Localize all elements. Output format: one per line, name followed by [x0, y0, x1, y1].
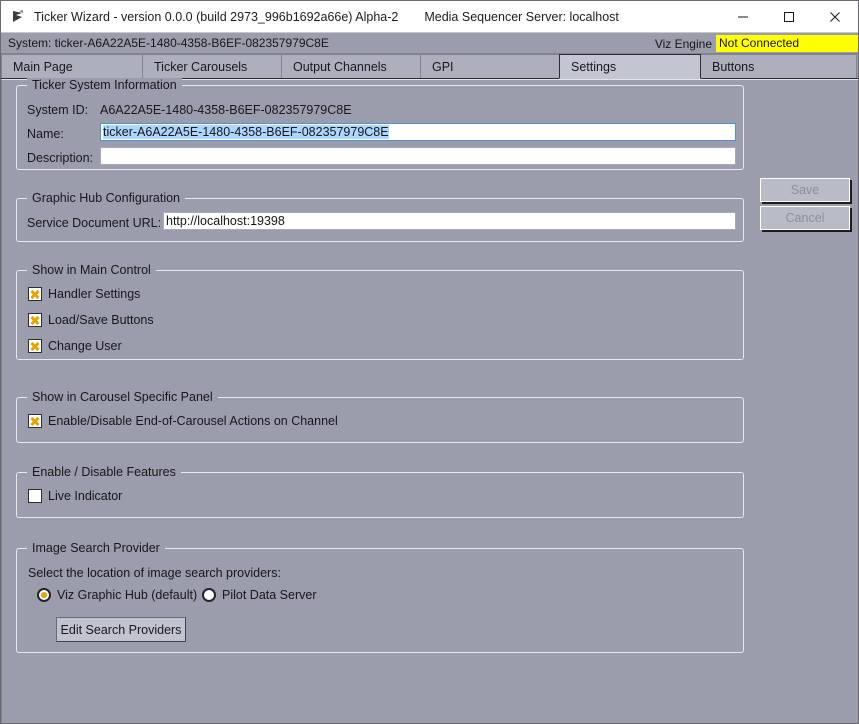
- settings-panel: Save Cancel Ticker System Information Sy…: [1, 78, 858, 723]
- enable-disable-features-group: Enable / Disable Features Live Indicator: [16, 465, 744, 518]
- checkbox-label: Load/Save Buttons: [48, 313, 154, 327]
- tab-output-channels[interactable]: Output Channels: [281, 54, 421, 78]
- tab-label: Output Channels: [293, 59, 387, 74]
- show-in-carousel-specific-panel-legend: Show in Carousel Specific Panel: [27, 390, 218, 404]
- checkbox-change-user[interactable]: Change User: [28, 339, 122, 353]
- service-document-url-input[interactable]: http://localhost:19398: [163, 212, 736, 230]
- checkbox-checked-icon: [28, 287, 42, 301]
- image-search-provider-description: Select the location of image search prov…: [28, 566, 281, 580]
- checkbox-enable-disable-end-of-carousel-actions[interactable]: Enable/Disable End-of-Carousel Actions o…: [28, 414, 338, 428]
- maximize-icon: [784, 12, 794, 22]
- radio-selected-icon: [37, 588, 51, 602]
- image-search-provider-legend: Image Search Provider: [27, 541, 165, 555]
- tab-ticker-carousels[interactable]: Ticker Carousels: [142, 54, 282, 78]
- enable-disable-features-legend: Enable / Disable Features: [27, 465, 181, 479]
- save-button[interactable]: Save: [760, 178, 850, 202]
- media-sequencer-server-label: Media Sequencer Server: localhost: [424, 9, 619, 24]
- ticker-system-information-group: Ticker System Information System ID: A6A…: [16, 78, 744, 170]
- save-button-label: Save: [790, 183, 820, 197]
- system-id-label: System ID:: [27, 103, 89, 117]
- close-icon: [830, 12, 840, 22]
- edit-search-providers-button-label: Edit Search Providers: [60, 622, 182, 637]
- image-search-provider-group: Image Search Provider Select the locatio…: [16, 541, 744, 653]
- tab-buttons[interactable]: Buttons: [700, 54, 857, 78]
- minimize-button[interactable]: [720, 1, 766, 33]
- checkbox-load-save-buttons[interactable]: Load/Save Buttons: [28, 313, 154, 327]
- name-label: Name:: [27, 127, 64, 141]
- close-button[interactable]: [812, 1, 858, 33]
- flag-app-icon: [10, 9, 26, 25]
- status-bar: System: ticker-A6A22A5E-1480-4358-B6EF-0…: [1, 33, 858, 54]
- checkbox-unchecked-icon: [28, 489, 42, 503]
- name-input-value: ticker-A6A22A5E-1480-4358-B6EF-082357979…: [103, 125, 389, 139]
- checkbox-checked-icon: [28, 313, 42, 327]
- graphic-hub-configuration-group: Graphic Hub Configuration Service Docume…: [16, 191, 744, 242]
- checkbox-label: Enable/Disable End-of-Carousel Actions o…: [48, 414, 338, 428]
- checkbox-checked-icon: [28, 339, 42, 353]
- viz-engine-status: Viz Engine Not Connected: [655, 33, 858, 54]
- checkbox-live-indicator[interactable]: Live Indicator: [28, 489, 122, 503]
- tab-gpi[interactable]: GPI: [420, 54, 560, 78]
- minimize-icon: [738, 16, 748, 18]
- system-id-value: A6A22A5E-1480-4358-B6EF-082357979C8E: [100, 103, 352, 117]
- tab-main-page[interactable]: Main Page: [1, 54, 143, 78]
- tab-settings[interactable]: Settings: [559, 54, 701, 79]
- radio-viz-graphic-hub[interactable]: Viz Graphic Hub (default): [37, 588, 197, 602]
- show-in-main-control-legend: Show in Main Control: [27, 263, 156, 277]
- viz-engine-status-badge: Not Connected: [716, 35, 858, 52]
- tab-strip: Main Page Ticker Carousels Output Channe…: [1, 54, 858, 79]
- edit-search-providers-button[interactable]: Edit Search Providers: [56, 617, 186, 642]
- show-in-main-control-group: Show in Main Control Handler Settings Lo…: [16, 263, 744, 360]
- ticker-system-information-legend: Ticker System Information: [27, 78, 182, 92]
- window-controls: [720, 1, 858, 33]
- cancel-button-label: Cancel: [785, 211, 825, 225]
- tab-label: Ticker Carousels: [154, 59, 248, 74]
- title-bar: Ticker Wizard - version 0.0.0 (build 297…: [1, 1, 858, 33]
- tab-label: Buttons: [712, 59, 755, 74]
- tab-label: Main Page: [13, 59, 73, 74]
- checkbox-label: Handler Settings: [48, 287, 141, 301]
- tab-label: GPI: [432, 59, 454, 74]
- window-title: Ticker Wizard - version 0.0.0 (build 297…: [34, 9, 399, 24]
- show-in-carousel-specific-panel-group: Show in Carousel Specific Panel Enable/D…: [16, 390, 744, 443]
- checkbox-label: Change User: [48, 339, 122, 353]
- viz-engine-label: Viz Engine: [654, 36, 712, 51]
- system-id-status-text: System: ticker-A6A22A5E-1480-4358-B6EF-0…: [8, 36, 329, 50]
- maximize-button[interactable]: [766, 1, 812, 33]
- radio-unselected-icon: [202, 588, 216, 602]
- name-input[interactable]: ticker-A6A22A5E-1480-4358-B6EF-082357979…: [100, 123, 736, 141]
- description-input[interactable]: [100, 147, 736, 165]
- service-document-url-value: http://localhost:19398: [166, 214, 285, 228]
- radio-pilot-data-server[interactable]: Pilot Data Server: [202, 588, 316, 602]
- service-document-url-label: Service Document URL:: [27, 216, 162, 230]
- radio-label: Pilot Data Server: [222, 588, 317, 602]
- description-label: Description:: [27, 151, 93, 165]
- checkbox-label: Live Indicator: [48, 489, 123, 503]
- graphic-hub-configuration-legend: Graphic Hub Configuration: [27, 191, 185, 205]
- radio-label: Viz Graphic Hub (default): [57, 588, 198, 602]
- checkbox-checked-icon: [28, 414, 42, 428]
- tab-label: Settings: [571, 59, 617, 74]
- cancel-button[interactable]: Cancel: [760, 206, 850, 230]
- checkbox-handler-settings[interactable]: Handler Settings: [28, 287, 140, 301]
